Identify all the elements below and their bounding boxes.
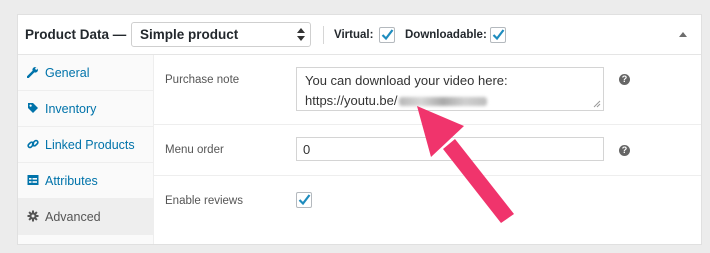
- purchase-note-textarea[interactable]: You can download your video here: https:…: [296, 67, 604, 111]
- virtual-label: Virtual:: [334, 29, 374, 41]
- checkmark-icon: [492, 29, 505, 41]
- link-icon: [27, 139, 39, 149]
- tab-attributes[interactable]: Attributes: [18, 163, 154, 199]
- panel-header: Product Data — Simple product Virtual: D…: [18, 15, 701, 55]
- enable-reviews-checkbox[interactable]: [296, 192, 312, 208]
- tab-label: Advanced: [45, 210, 101, 224]
- help-tip-icon[interactable]: ?: [619, 145, 630, 156]
- menu-order-value: 0: [303, 142, 311, 157]
- tag-icon: [28, 103, 38, 113]
- wrench-icon: [27, 67, 38, 78]
- tab-general[interactable]: General: [18, 55, 154, 91]
- gear-icon: [27, 210, 39, 222]
- tab-label: General: [45, 66, 90, 80]
- product-data-panel: Product Data — Simple product Virtual: D…: [17, 14, 702, 245]
- collapse-toggle-icon[interactable]: [679, 32, 687, 37]
- downloadable-label: Downloadable:: [405, 29, 487, 41]
- tab-advanced[interactable]: Advanced: [18, 199, 154, 235]
- help-tip-icon[interactable]: ?: [619, 74, 630, 85]
- advanced-options: Purchase note You can download your vide…: [154, 55, 701, 244]
- checkmark-icon: [298, 194, 311, 206]
- resize-handle-icon[interactable]: [593, 100, 601, 108]
- purchase-note-line-1: You can download your video here:: [305, 73, 508, 88]
- purchase-note-line-2: https://youtu.be/: [305, 91, 603, 111]
- purchase-note-label: Purchase note: [165, 74, 240, 86]
- menu-order-row: Menu order 0 ?: [154, 125, 701, 176]
- tab-label: Attributes: [45, 174, 98, 188]
- product-type-select[interactable]: Simple product: [131, 22, 311, 47]
- tab-label: Linked Products: [45, 138, 135, 152]
- tab-linked-products[interactable]: Linked Products: [18, 127, 154, 163]
- purchase-note-row: Purchase note You can download your vide…: [154, 55, 701, 125]
- checkmark-icon: [381, 29, 394, 41]
- enable-reviews-row: Enable reviews: [154, 176, 701, 228]
- product-data-tabs: General Inventory Linked Products Attrib…: [18, 55, 154, 244]
- header-divider: [323, 26, 324, 44]
- enable-reviews-label: Enable reviews: [165, 195, 243, 207]
- menu-order-label: Menu order: [165, 144, 224, 156]
- virtual-checkbox[interactable]: [379, 27, 395, 43]
- purchase-note-url: https://youtu.be/: [305, 93, 398, 108]
- menu-order-input[interactable]: 0: [296, 137, 604, 161]
- tab-label: Inventory: [45, 102, 97, 116]
- select-arrows-icon: [297, 28, 305, 41]
- product-type-value: Simple product: [140, 27, 239, 42]
- tab-inventory[interactable]: Inventory: [18, 91, 154, 127]
- downloadable-checkbox[interactable]: [490, 27, 506, 43]
- table-icon: [27, 175, 39, 185]
- panel-title: Product Data —: [25, 27, 127, 42]
- redacted-url-blur: [398, 97, 487, 107]
